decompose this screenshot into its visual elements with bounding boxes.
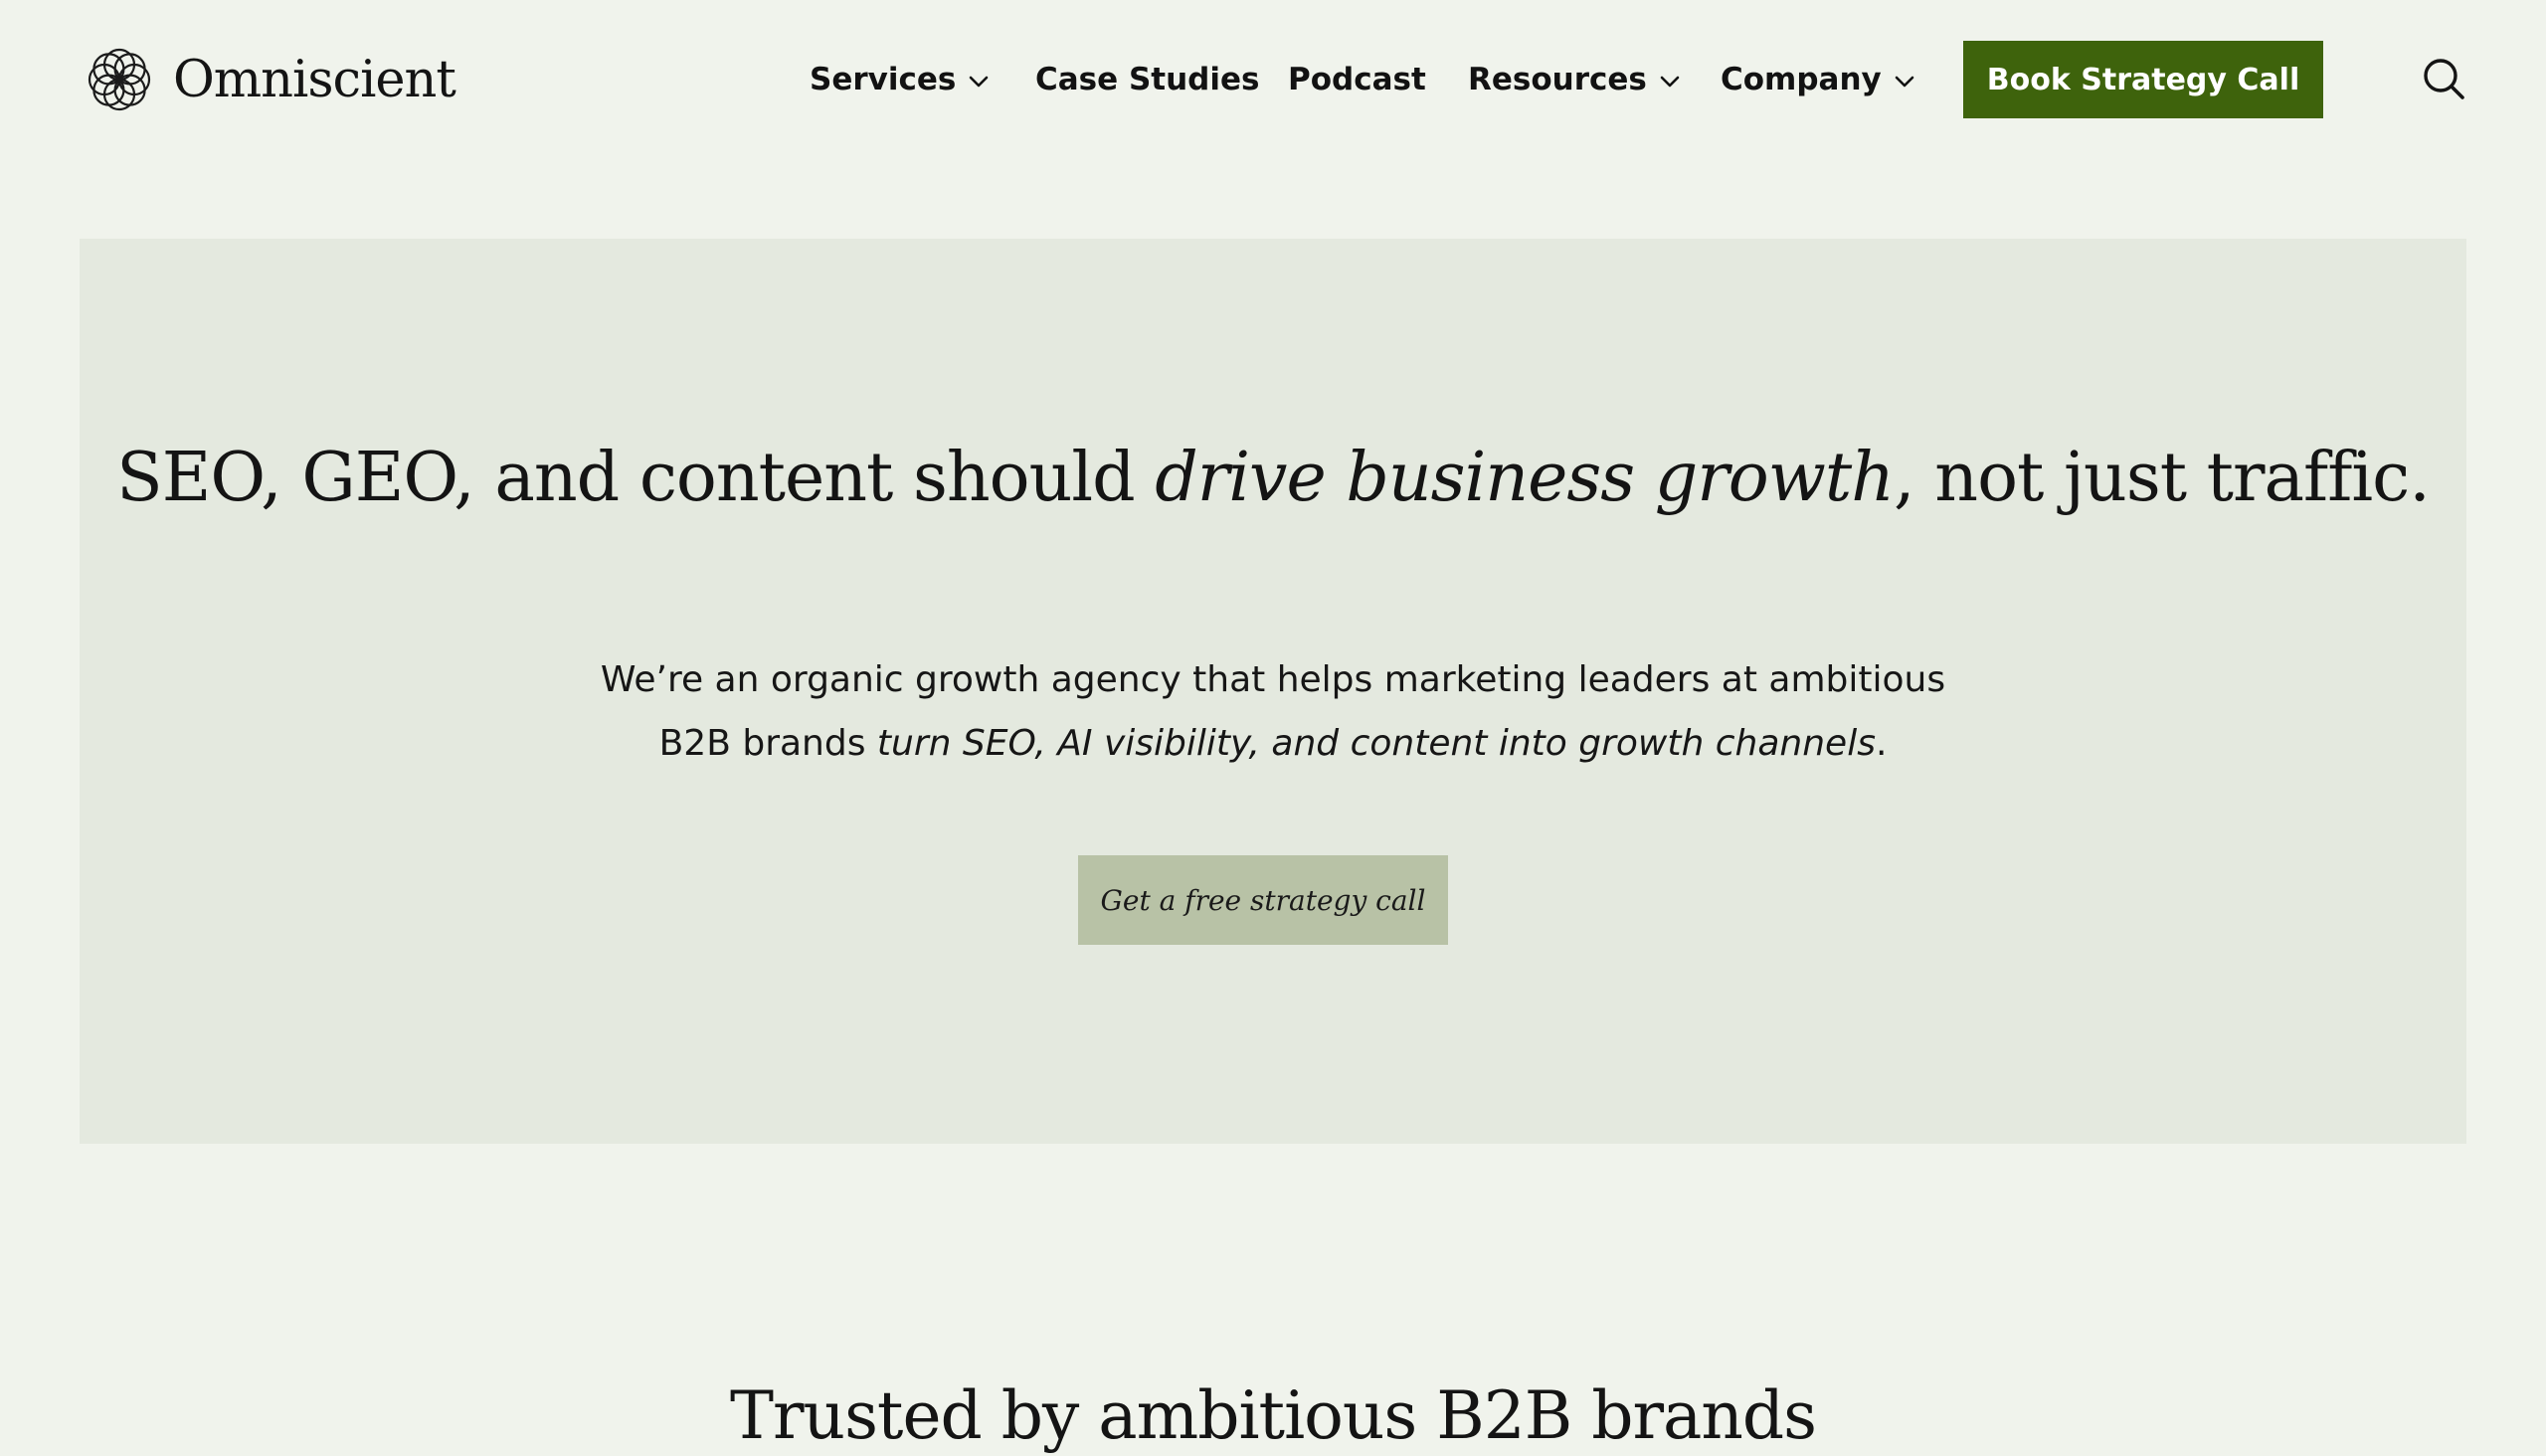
free-strategy-call-button[interactable]: Get a free strategy call bbox=[1078, 855, 1448, 945]
hero-section: SEO, GEO, and content should drive busin… bbox=[80, 239, 2466, 1144]
nav-label: Podcast bbox=[1288, 62, 1426, 97]
site-header: Omniscient Services Case Studies Podcast… bbox=[0, 0, 2546, 159]
hero-subtitle: We’re an organic growth agency that help… bbox=[597, 648, 1949, 776]
nav-item-podcast[interactable]: Podcast bbox=[1288, 42, 1426, 117]
hero-title-part2: , not just traffic. bbox=[1894, 439, 2431, 517]
nav-label: Services bbox=[810, 62, 957, 97]
nav-label: Company bbox=[1721, 62, 1882, 97]
hero-title-part1: SEO, GEO, and content should bbox=[116, 439, 1156, 517]
nav-item-case-studies[interactable]: Case Studies bbox=[1035, 42, 1259, 117]
nav-item-company[interactable]: Company bbox=[1721, 42, 1915, 117]
hero-title-emphasis: drive business growth bbox=[1155, 439, 1895, 517]
chevron-down-icon bbox=[1660, 76, 1680, 88]
nav-label: Case Studies bbox=[1035, 62, 1260, 97]
hero-subtitle-part2: . bbox=[1875, 723, 1888, 764]
chevron-down-icon bbox=[1895, 76, 1914, 88]
nav-item-resources[interactable]: Resources bbox=[1468, 42, 1681, 117]
book-strategy-call-button[interactable]: Book Strategy Call bbox=[1963, 41, 2323, 118]
search-icon bbox=[2424, 59, 2464, 99]
search-button[interactable] bbox=[2417, 52, 2470, 105]
nav-label: Resources bbox=[1468, 62, 1647, 97]
nav-item-services[interactable]: Services bbox=[810, 42, 990, 117]
hero-subtitle-emphasis: turn SEO, AI visibility, and content int… bbox=[876, 723, 1876, 764]
trusted-heading: Trusted by ambitious B2B brands bbox=[729, 1377, 1817, 1454]
hero-title: SEO, GEO, and content should drive busin… bbox=[80, 443, 2466, 514]
chevron-down-icon bbox=[970, 76, 989, 88]
